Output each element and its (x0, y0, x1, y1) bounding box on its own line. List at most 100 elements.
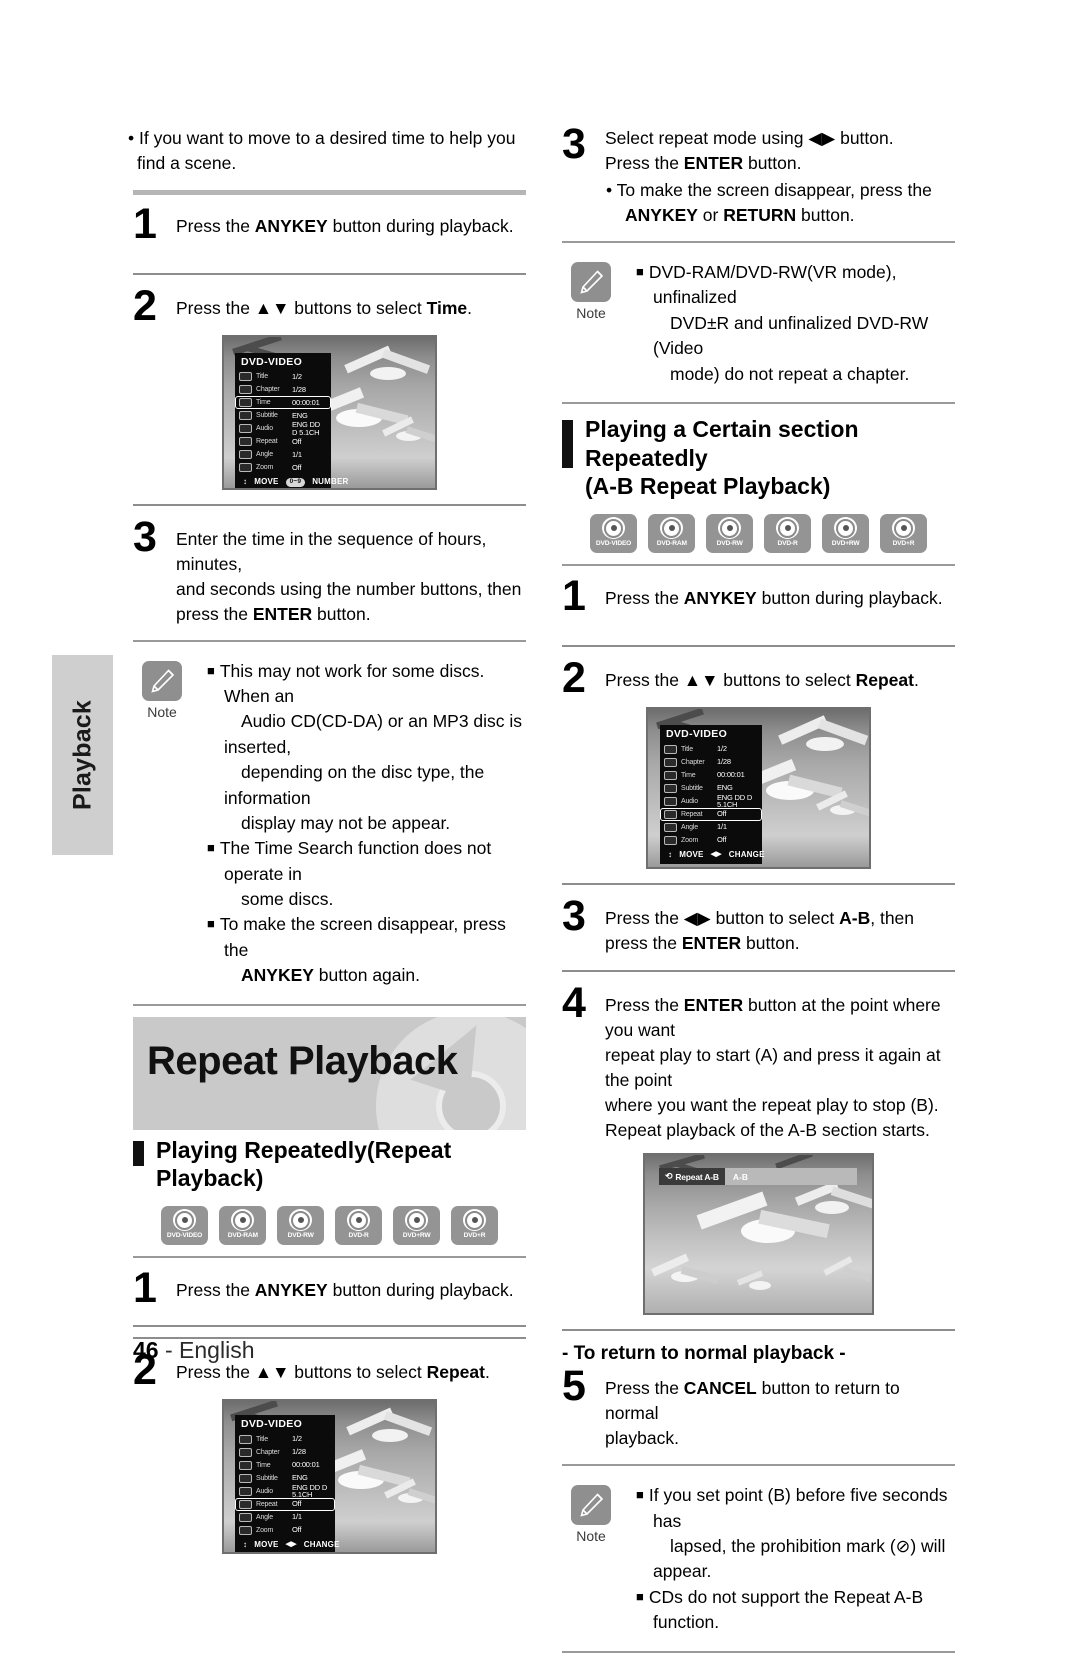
osd-menu: DVD-VIDEO Title 1/2 Chapter 1/28 Time 00… (235, 352, 348, 488)
step-number: 4 (562, 979, 586, 1028)
disc-badge-dvd-ram: DVD-RAM (648, 514, 695, 554)
note-line: Audio CD(CD-DA) or an MP3 disc is insert… (224, 711, 523, 757)
note-line: This may not work for some discs. When a… (219, 660, 485, 707)
osd-row-time[interactable]: Time 00:00:01 (235, 396, 331, 409)
square-bullet-icon: ■ (636, 264, 644, 280)
subtitle-icon (664, 783, 677, 793)
osd-row-audio[interactable]: Audio ENG DD D 5.1CH (660, 793, 762, 808)
page-footer: 46 - English (133, 1325, 526, 1364)
bird (823, 1256, 872, 1291)
osd-row-label: Title (256, 1435, 268, 1443)
move-arrows-icon: ↕ (243, 1539, 248, 1549)
step-line-3-bold: ENTER (252, 603, 313, 624)
osd-row-angle[interactable]: Angle 1/1 (235, 448, 331, 461)
osd-row-chapter[interactable]: Chapter 1/28 (660, 756, 762, 769)
subtitle-icon (239, 1473, 252, 1483)
section-heading-ab-repeat: Playing a Certain section Repeatedly (A-… (562, 415, 955, 501)
osd-screenshot-time: DVD-VIDEO Title 1/2 Chapter 1/28 Time 00… (222, 334, 437, 490)
osd-row-value: 1/2 (717, 744, 727, 754)
osd-row-value: Off (292, 1499, 302, 1509)
disc-badge-dvd-rw: DVD-RW (706, 514, 753, 554)
osd-row-repeat[interactable]: Repeat Off (235, 1498, 335, 1511)
osd-row-time[interactable]: Time 00:00:01 (235, 1459, 335, 1472)
note-line-bold: ANYKEY (241, 965, 314, 986)
step-text: Press the ENTER button at the point wher… (605, 988, 955, 1143)
square-bullet-icon: ■ (207, 662, 215, 678)
footer-language: English (179, 1337, 255, 1363)
step-ab-4: 4 Press the ENTER button at the point wh… (562, 979, 955, 1145)
osd-menu: DVD-VIDEO Title 1/2 Chapter 1/28 Time 00… (235, 1415, 339, 1553)
osd-row-label: Angle (256, 451, 273, 459)
disc-icon (718, 517, 741, 540)
step-line-1-bold: ENTER (683, 995, 744, 1016)
step-text-post: . (913, 670, 919, 691)
osd-row-chapter[interactable]: Chapter 1/28 (235, 1446, 335, 1459)
disc-badge-label: DVD+R (892, 540, 915, 548)
osd-menu: DVD-VIDEO Title 1/2 Chapter 1/28 Time 00… (660, 725, 764, 864)
section-title-line-1: Playing a Certain section Repeatedly (585, 415, 859, 471)
number-keys-icon: 0~9 (285, 478, 306, 487)
osd-row-time[interactable]: Time 00:00:01 (660, 769, 762, 782)
return-to-normal-heading: - To return to normal playback - (562, 1343, 846, 1365)
osd-row-zoom[interactable]: Zoom Off (235, 461, 331, 474)
osd-row-label: Time (256, 399, 271, 407)
disc-badge-label: DVD-VIDEO (166, 1232, 203, 1239)
osd-row-value: ENG (717, 783, 733, 793)
step-text: Select repeat mode using ◀▶ button. Pres… (605, 126, 955, 228)
bird (651, 1253, 721, 1295)
osd-row-value: 00:00:01 (292, 397, 320, 407)
pencil-icon (571, 1485, 611, 1526)
divider (562, 1329, 955, 1332)
speaker-icon (239, 424, 252, 434)
osd-row-label: Title (681, 745, 693, 753)
ab-repeat-label-box: ⟲ Repeat A-B (659, 1168, 725, 1186)
note-item: ■ The Time Search function does not opera… (207, 836, 526, 912)
osd-screenshot-repeat-left: DVD-VIDEO Title 1/2 Chapter 1/28 Time 00… (222, 1399, 437, 1555)
step-number: 2 (562, 654, 586, 703)
osd-row-title[interactable]: Title 1/2 (235, 1433, 335, 1446)
step-ab-2: 2 Press the ▲▼ buttons to select Repeat. (562, 654, 955, 703)
note-line: The Time Search function does not operat… (219, 838, 492, 884)
angle-icon (664, 822, 677, 832)
disc-badge-dvd-ram: DVD-RAM (219, 1206, 266, 1246)
osd-footer: ↕ MOVE ◀▶ CHANGE (660, 847, 764, 864)
osd-row-label: Chapter (256, 1448, 280, 1456)
osd-row-title[interactable]: Title 1/2 (235, 370, 331, 383)
osd-row-repeat[interactable]: Repeat Off (660, 808, 762, 821)
step-repeat-1: 1 Press the ANYKEY button during playbac… (133, 1267, 526, 1325)
footer-separator: - (158, 1337, 180, 1363)
sub-post: button. (796, 205, 855, 226)
osd-row-zoom[interactable]: Zoom Off (235, 1524, 335, 1537)
sub-bold-2: RETURN (723, 205, 797, 226)
osd-row-zoom[interactable]: Zoom Off (660, 834, 762, 847)
osd-row-angle[interactable]: Angle 1/1 (660, 821, 762, 834)
heading-bar-icon (133, 1140, 144, 1166)
step-text: Press the ◀▶ button to select A-B, then … (605, 901, 955, 956)
disc-icon (347, 1209, 370, 1232)
osd-row-angle[interactable]: Angle 1/1 (235, 1511, 335, 1524)
step-line-1-pre: Press the (605, 1378, 684, 1399)
osd-row-value: Off (717, 835, 727, 845)
repeat-icon: ⟲ (665, 1171, 673, 1182)
chapter-icon (239, 385, 252, 395)
step-line-4: Repeat playback of the A-B section start… (605, 1120, 930, 1141)
step-line-3-pre: press the (176, 603, 253, 624)
osd-row-value: ENG (292, 410, 308, 420)
osd-row-title[interactable]: Title 1/2 (660, 743, 762, 756)
step-time-3: 3 Enter the time in the sequence of hour… (133, 515, 526, 629)
osd-row-value: Off (292, 462, 302, 472)
step-text: Press the ▲▼ buttons to select Time. (176, 291, 526, 321)
osd-row-label: Chapter (681, 758, 705, 766)
note-item: ■ If you set point (B) before five second… (636, 1483, 955, 1585)
osd-row-label: Angle (256, 1513, 273, 1521)
step-text-pre: Press the (176, 1280, 255, 1301)
note-item: ■ DVD-RAM/DVD-RW(VR mode), unfinalized DV… (636, 260, 955, 387)
osd-row-audio[interactable]: Audio ENG DD D 5.1CH (235, 421, 331, 436)
step-line-2: and seconds using the number buttons, th… (176, 578, 522, 599)
note-line: DVD±R and unfinalized DVD-RW (Video (653, 312, 929, 359)
osd-row-value: 00:00:01 (717, 770, 745, 780)
change-arrows-icon: ◀▶ (710, 851, 722, 859)
disc-badge-label: DVD-R (348, 1232, 369, 1239)
osd-row-repeat[interactable]: Repeat Off (235, 435, 331, 448)
osd-row-chapter[interactable]: Chapter 1/28 (235, 383, 331, 396)
